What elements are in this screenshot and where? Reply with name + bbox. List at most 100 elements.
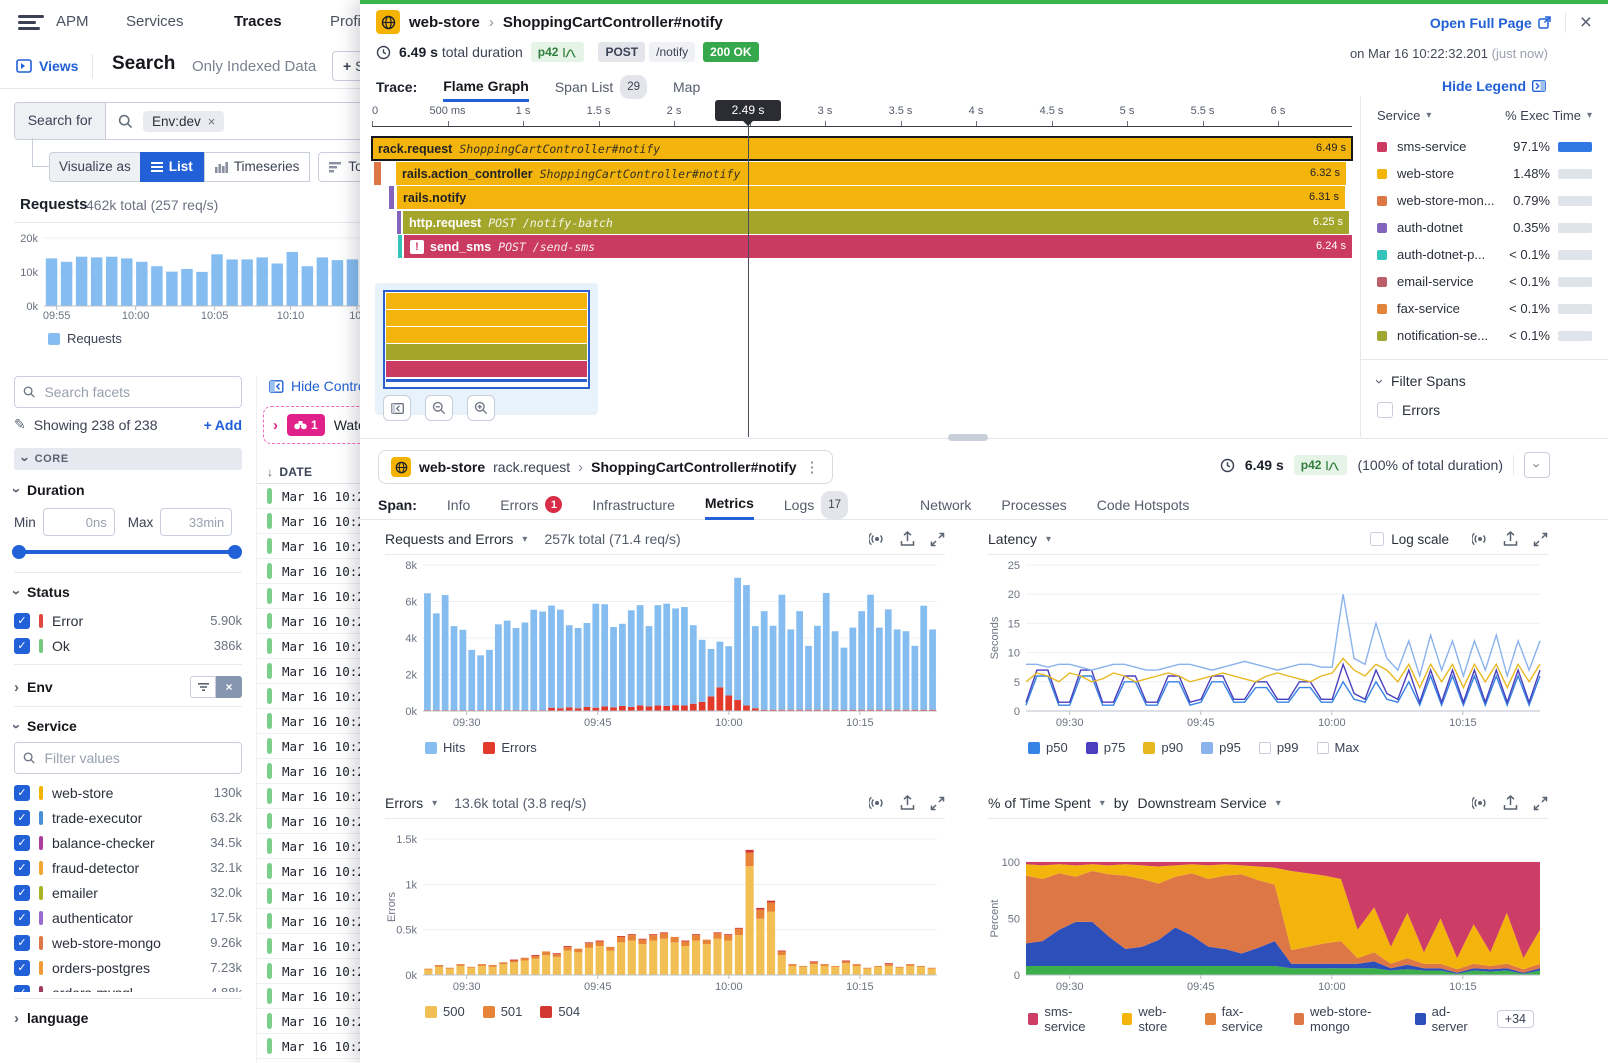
service-facet-row[interactable]: ✓orders-postgres7.23k (14, 955, 242, 980)
live-data-icon[interactable] (869, 531, 885, 547)
trace-list-row[interactable]: Mar 16 10:2 (257, 934, 377, 959)
flame-span[interactable]: rails.notify6.31 s (397, 186, 1345, 209)
collapse-panel-button[interactable]: › (1524, 452, 1550, 478)
errors-filter-checkbox[interactable]: Errors (1361, 398, 1608, 422)
service-facet-row[interactable]: ✓orders-mysql4.88k (14, 980, 242, 992)
trace-list-row[interactable]: Mar 16 10:2 (257, 784, 377, 809)
span-breadcrumb[interactable]: web-store rack.request › ShoppingCartCon… (378, 450, 833, 484)
facet-service-header[interactable]: ›Service (14, 718, 77, 734)
trace-list-row[interactable]: Mar 16 10:2 (257, 734, 377, 759)
tab-logs[interactable]: Logs17 (784, 490, 848, 520)
tab-flame-graph[interactable]: Flame Graph (443, 73, 529, 102)
trace-list-row[interactable]: Mar 16 10:2 (257, 1009, 377, 1034)
trace-list-row[interactable]: Mar 16 10:2 (257, 859, 377, 884)
chart-legend-item[interactable]: p95 (1201, 740, 1241, 755)
pencil-icon[interactable]: ✎ (14, 416, 26, 433)
flame-span[interactable]: !send_smsPOST /send-sms6.24 s (404, 235, 1352, 258)
open-full-page-button[interactable]: Open Full Page (1430, 15, 1551, 31)
remove-filter-icon[interactable]: × (208, 114, 216, 129)
service-facet-row[interactable]: ✓web-store130k (14, 780, 242, 805)
chart-legend-item[interactable]: fax-service (1205, 1004, 1275, 1034)
live-data-icon[interactable] (1472, 531, 1488, 547)
checkbox-icon[interactable]: ✓ (14, 885, 30, 901)
chart-title[interactable]: Errors (385, 795, 423, 811)
chart-title[interactable]: % of Time Spent (988, 795, 1091, 811)
facet-status-header[interactable]: ›Status (14, 584, 70, 600)
tab-metrics[interactable]: Metrics (705, 490, 754, 520)
env-filter-button[interactable] (190, 676, 216, 698)
checkbox-icon[interactable]: ✓ (14, 810, 30, 826)
export-icon[interactable] (900, 531, 915, 547)
legend-service-row[interactable]: web-store1.48% (1361, 160, 1608, 187)
legend-service-row[interactable]: sms-service97.1% (1361, 133, 1608, 160)
service-facet-row[interactable]: ✓trade-executor63.2k (14, 805, 242, 830)
kebab-menu-icon[interactable]: ⋮ (805, 458, 820, 476)
flame-span-chip[interactable] (397, 211, 401, 234)
requests-overview-chart[interactable]: 0k10k20k09:5510:0010:0510:1010: (14, 226, 364, 324)
tab-info[interactable]: Info (447, 490, 470, 520)
tab-infrastructure[interactable]: Infrastructure (592, 490, 674, 520)
more-series-badge[interactable]: +34 (1497, 1010, 1534, 1028)
checkbox-icon[interactable] (1370, 532, 1384, 546)
export-icon[interactable] (900, 795, 915, 811)
status-facet-row[interactable]: ✓Ok386k (14, 633, 242, 658)
trace-list-row[interactable]: Mar 16 10:2 (257, 659, 377, 684)
fullscreen-icon[interactable] (1533, 532, 1548, 547)
tab-span-list[interactable]: Span List29 (555, 74, 647, 100)
trace-list-row[interactable]: Mar 16 10:2 (257, 709, 377, 734)
legend-service-row[interactable]: web-store-mon...0.79% (1361, 187, 1608, 214)
trace-list-row[interactable]: Mar 16 10:2 (257, 684, 377, 709)
chart-legend-item[interactable]: web-store-mongo (1294, 1004, 1398, 1034)
tab-network[interactable]: Network (920, 490, 971, 520)
filter-tag-env[interactable]: Env:dev× (143, 111, 224, 132)
fullscreen-icon[interactable] (930, 796, 945, 811)
latency-chart[interactable]: 051015202509:3009:4510:0010:15Seconds (988, 555, 1548, 731)
visualize-option-timeseries[interactable]: Timeseries (204, 152, 311, 182)
minimap-reset-button[interactable] (383, 395, 411, 421)
latency-percentile-badge[interactable]: p42 (531, 42, 585, 62)
checkbox-icon[interactable]: ✓ (14, 860, 30, 876)
flame-graph-minimap[interactable] (375, 283, 598, 415)
service-name[interactable]: web-store (409, 14, 480, 31)
flame-span[interactable]: rails.action_controllerShoppingCartContr… (396, 162, 1346, 185)
add-facet-button[interactable]: +Add (204, 417, 242, 433)
tab-errors[interactable]: Errors1 (500, 490, 562, 520)
trace-list-row[interactable]: Mar 16 10:2 (257, 834, 377, 859)
zoom-in-button[interactable] (467, 395, 495, 421)
requests-errors-chart[interactable]: 0k2k4k6k8k09:3009:4510:0010:15 (385, 555, 945, 731)
flame-graph-ruler[interactable]: 0500 ms1 s1.5 s2 s2.5 s3 s3.5 s4 s4.5 s5… (372, 102, 1352, 127)
service-facet-row[interactable]: ✓balance-checker34.5k (14, 830, 242, 855)
legend-service-row[interactable]: email-service< 0.1% (1361, 268, 1608, 295)
chart-legend-item[interactable]: sms-service (1028, 1004, 1104, 1034)
zoom-out-button[interactable] (425, 395, 453, 421)
chart-title[interactable]: Latency (988, 531, 1037, 547)
latency-percentile-badge[interactable]: p42 (1294, 455, 1348, 475)
nav-item-traces[interactable]: Traces (234, 0, 282, 47)
checkbox-icon[interactable]: ✓ (14, 638, 30, 654)
trace-list-row[interactable]: Mar 16 10:2 (257, 959, 377, 984)
date-column-header[interactable]: ↓ DATE (257, 460, 377, 484)
checkbox-icon[interactable]: ✓ (14, 835, 30, 851)
chart-legend-item[interactable]: p50 (1028, 740, 1068, 755)
slider-handle-max[interactable] (228, 545, 242, 559)
chart-legend-item[interactable]: p99 (1259, 740, 1299, 755)
flame-span-chip[interactable] (374, 162, 381, 185)
trace-list-row[interactable]: Mar 16 10:2 (257, 484, 377, 509)
legend-service-row[interactable]: auth-dotnet0.35% (1361, 214, 1608, 241)
service-facet-row[interactable]: ✓web-store-mongo9.26k (14, 930, 242, 955)
service-filter-field[interactable] (14, 742, 242, 774)
trace-list-row[interactable]: Mar 16 10:2 (257, 584, 377, 609)
checkbox-icon[interactable]: ✓ (14, 613, 30, 629)
chart-legend-item[interactable]: ad-server (1415, 1004, 1478, 1034)
requests-chart-legend[interactable]: Requests (48, 331, 122, 346)
filter-spans-toggle[interactable]: ›Filter Spans (1361, 360, 1608, 398)
chart-legend-item[interactable]: 501 (483, 1004, 523, 1019)
views-button[interactable]: Views (16, 44, 78, 88)
status-facet-row[interactable]: ✓Error5.90k (14, 608, 242, 633)
export-icon[interactable] (1503, 795, 1518, 811)
trace-list-row[interactable]: Mar 16 10:2 (257, 984, 377, 1009)
legend-service-row[interactable]: fax-service< 0.1% (1361, 295, 1608, 322)
trace-list-row[interactable]: Mar 16 10:2 (257, 1059, 377, 1063)
live-data-icon[interactable] (1472, 795, 1488, 811)
trace-list-row[interactable]: Mar 16 10:2 (257, 759, 377, 784)
